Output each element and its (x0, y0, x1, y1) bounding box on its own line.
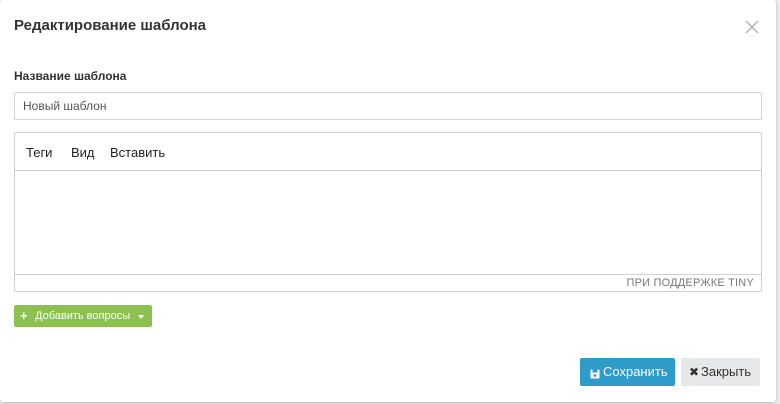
caret-down-icon (138, 315, 144, 319)
menu-insert[interactable]: Вставить (110, 145, 165, 160)
editor-statusbar: ПРИ ПОДДЕРЖКЕ TINY (15, 274, 761, 291)
close-button[interactable]: ✖ Закрыть (681, 358, 760, 386)
close-label: Закрыть (701, 364, 752, 379)
editor-content-area[interactable] (15, 171, 761, 274)
template-name-label: Название шаблона (14, 69, 127, 83)
plus-icon: + (20, 308, 28, 323)
dialog-title: Редактирование шаблона (14, 17, 207, 34)
add-questions-label: Добавить вопросы (35, 310, 131, 322)
save-button[interactable]: Сохранить (580, 358, 675, 386)
edit-template-dialog: Редактирование шаблона Название шаблона … (0, 0, 776, 402)
add-questions-button[interactable]: + Добавить вопросы (14, 305, 152, 327)
close-icon[interactable] (743, 18, 761, 36)
floppy-disk-icon (590, 367, 600, 379)
template-name-input[interactable] (14, 92, 762, 120)
powered-by-tiny-link[interactable]: ПРИ ПОДДЕРЖКЕ TINY (627, 277, 755, 289)
menu-tags[interactable]: Теги (26, 145, 52, 160)
close-x-icon: ✖ (689, 365, 700, 379)
menu-view[interactable]: Вид (71, 145, 95, 160)
editor-menubar: Теги Вид Вставить (15, 133, 761, 171)
save-label: Сохранить (603, 364, 668, 379)
rich-text-editor: Теги Вид Вставить ПРИ ПОДДЕРЖКЕ TINY (14, 132, 762, 292)
